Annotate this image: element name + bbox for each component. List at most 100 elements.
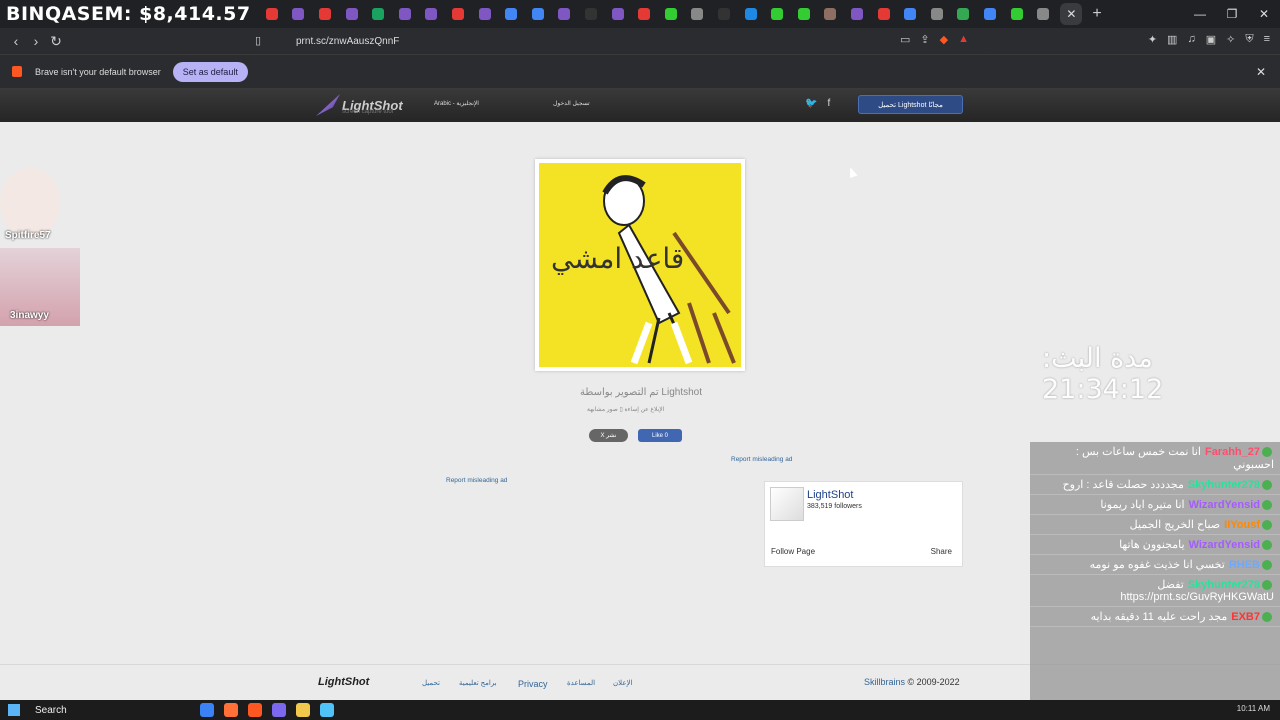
facebook-icon[interactable]: f <box>827 98 830 109</box>
tab-favicon-icon[interactable] <box>418 0 445 28</box>
screenshot-image[interactable]: قاعد امشي <box>539 163 741 367</box>
footer-link-privacy[interactable]: Privacy <box>518 679 548 689</box>
close-window-button[interactable]: ✕ <box>1248 7 1280 21</box>
fb-follow-button[interactable]: Follow Page <box>771 547 815 556</box>
leo-icon[interactable]: ✧ <box>1226 33 1235 46</box>
minimize-button[interactable]: — <box>1184 7 1216 21</box>
chat-username[interactable]: IIYousf <box>1224 519 1260 531</box>
chat-username[interactable]: Skyhunter278 <box>1188 479 1260 491</box>
image-caption-text: قاعد امشي <box>551 242 684 275</box>
vpn-icon[interactable]: ⛨ <box>1245 33 1253 46</box>
chat-username[interactable]: WizardYensid <box>1189 499 1260 511</box>
tab-favicon-icon[interactable] <box>631 0 658 28</box>
login-link[interactable]: تسجيل الدخول <box>553 100 590 107</box>
tab-favicon-icon[interactable] <box>1003 0 1030 28</box>
maximize-button[interactable]: ❐ <box>1216 7 1248 21</box>
screenshot-icon[interactable]: ▭ <box>900 33 910 46</box>
fb-page-name[interactable]: LightShot <box>807 489 853 501</box>
chat-username[interactable]: EXB7 <box>1231 611 1260 623</box>
taskbar-apps <box>200 703 334 717</box>
brave-rewards-icon[interactable]: ▲ <box>958 33 969 46</box>
tab-favicon-icon[interactable] <box>870 0 897 28</box>
system-clock[interactable]: 10:11 AM <box>1237 704 1270 713</box>
tab-favicon-icon[interactable] <box>657 0 684 28</box>
tab-favicon-icon[interactable] <box>737 0 764 28</box>
chat-username[interactable]: Skyhunter278 <box>1188 579 1260 591</box>
tab-favicon-icon[interactable] <box>817 0 844 28</box>
new-tab-button[interactable]: + <box>1092 5 1101 23</box>
window-controls: — ❐ ✕ <box>1184 0 1280 28</box>
download-button[interactable]: تحميل Lightshot مجانًا <box>858 95 963 114</box>
infobar-close-icon[interactable]: ✕ <box>1256 65 1266 79</box>
fb-share-button[interactable]: Share <box>931 547 952 556</box>
tab-favicon-icon[interactable] <box>977 0 1004 28</box>
tab-favicon-icon[interactable] <box>259 0 286 28</box>
lightshot-logo[interactable]: LightShot screen capture tool <box>316 94 403 116</box>
app-icon[interactable] <box>248 703 262 717</box>
tab-favicon-icon[interactable] <box>844 0 871 28</box>
language-select[interactable]: Arabic - الإنجليزية <box>434 100 479 107</box>
tab-favicon-icon[interactable] <box>790 0 817 28</box>
tab-favicon-icon[interactable] <box>285 0 312 28</box>
footer-link-help[interactable]: المساعدة <box>567 679 595 687</box>
taskbar-search[interactable]: Search <box>35 705 67 716</box>
tab-favicon-icon[interactable] <box>1030 0 1057 28</box>
report-misleading-ad-left[interactable]: Report misleading ad <box>446 477 507 484</box>
twitter-icon[interactable]: 🐦 <box>805 98 817 109</box>
chat-username[interactable]: Farahh_27 <box>1205 446 1260 458</box>
footer-logo[interactable]: LightShot <box>318 676 369 688</box>
extensions-icon[interactable]: ✦ <box>1148 33 1157 46</box>
wallet-icon[interactable]: ▣ <box>1206 33 1216 46</box>
sidebar-icon[interactable]: ▥ <box>1167 33 1177 46</box>
chat-username[interactable]: RHEB <box>1229 559 1260 571</box>
tab-favicon-icon[interactable] <box>764 0 791 28</box>
app-icon[interactable] <box>272 703 286 717</box>
x-share-button[interactable]: X نشر <box>589 429 628 442</box>
tab-favicon-icon[interactable] <box>338 0 365 28</box>
set-default-button[interactable]: Set as default <box>172 61 248 82</box>
tab-favicon-icon[interactable] <box>604 0 631 28</box>
menu-icon[interactable]: ≡ <box>1264 33 1270 46</box>
tab-favicon-icon[interactable] <box>471 0 498 28</box>
tab-favicon-icon[interactable] <box>684 0 711 28</box>
tab-favicon-icon[interactable] <box>445 0 472 28</box>
report-links[interactable]: الإبلاغ عن إساءة ▯ صور مشابهة <box>587 406 664 413</box>
favicon-dot <box>930 8 943 20</box>
chat-username[interactable]: WizardYensid <box>1189 539 1260 551</box>
tab-favicon-icon[interactable] <box>923 0 950 28</box>
fb-page-logo[interactable] <box>770 487 804 521</box>
report-misleading-ad-right[interactable]: Report misleading ad <box>731 456 792 463</box>
app-icon[interactable] <box>320 703 334 717</box>
fb-like-button[interactable]: Like 0 <box>638 429 682 442</box>
share-icon[interactable]: ⇪ <box>920 33 929 46</box>
tab-favicon-icon[interactable] <box>312 0 339 28</box>
windows-start-icon[interactable] <box>8 704 20 716</box>
chat-message: RHEB تخسي انا خذيت غفوه مو نومه <box>1030 555 1280 575</box>
favicon-dot <box>850 8 863 20</box>
tab-favicon-icon[interactable] <box>711 0 738 28</box>
tab-favicon-icon[interactable] <box>498 0 525 28</box>
bookmark-icon[interactable]: ▯ <box>248 34 268 47</box>
skillbrains-link[interactable]: Skillbrains <box>864 677 905 687</box>
app-icon[interactable] <box>224 703 238 717</box>
tab-favicon-icon[interactable] <box>392 0 419 28</box>
tab-favicon-icon[interactable] <box>365 0 392 28</box>
footer-link-download[interactable]: تحميل <box>422 679 440 687</box>
footer-link-tutorials[interactable]: برامج تعليمية <box>459 679 497 687</box>
tab-favicon-icon[interactable] <box>897 0 924 28</box>
back-button[interactable]: ‹ <box>6 33 26 49</box>
favicon-dot <box>345 8 358 20</box>
tab-favicon-icon[interactable] <box>578 0 605 28</box>
tab-favicon-icon[interactable] <box>950 0 977 28</box>
reload-button[interactable]: ↻ <box>46 33 66 50</box>
app-icon[interactable] <box>200 703 214 717</box>
tab-favicon-icon[interactable] <box>525 0 552 28</box>
media-icon[interactable]: ♫ <box>1187 33 1195 46</box>
close-tab-icon[interactable]: ✕ <box>1060 3 1083 25</box>
forward-button[interactable]: › <box>26 33 46 49</box>
url-field[interactable]: prnt.sc/znwAauszQnnF <box>270 31 990 51</box>
brave-shield-icon[interactable]: ◆ <box>940 33 948 46</box>
footer-link-ads[interactable]: الإعلان <box>613 679 632 687</box>
app-icon[interactable] <box>296 703 310 717</box>
tab-favicon-icon[interactable] <box>551 0 578 28</box>
